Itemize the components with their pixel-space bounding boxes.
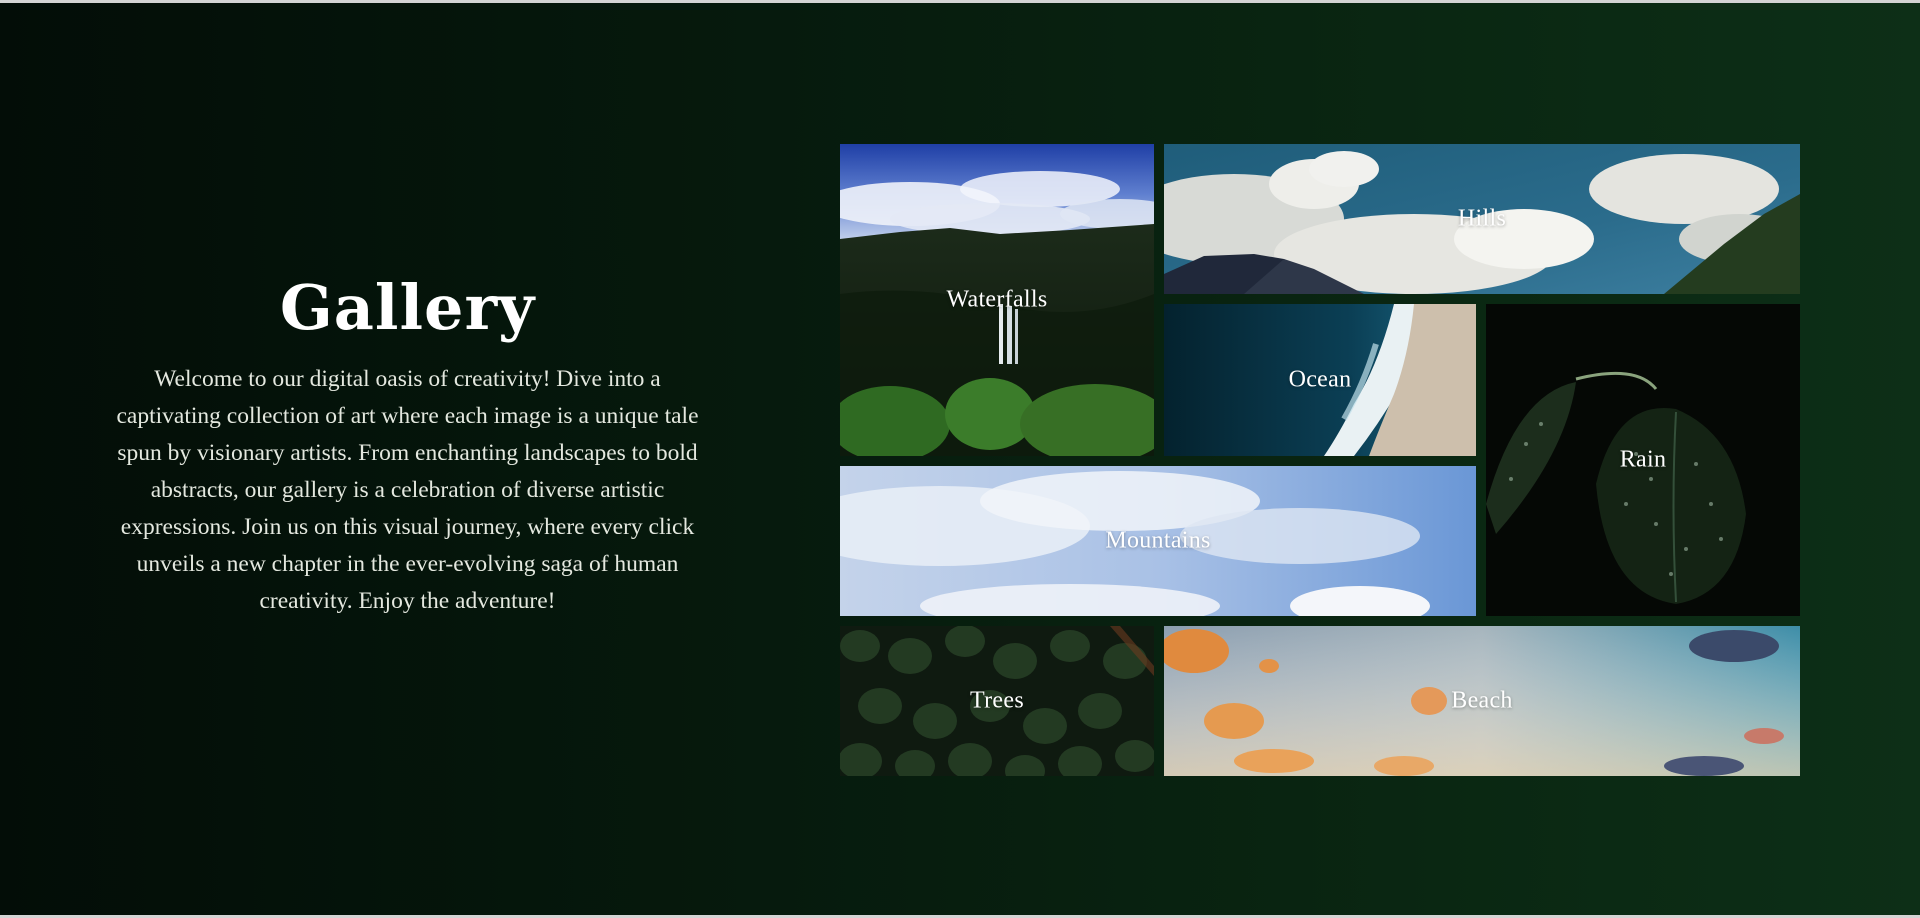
waterfalls-image [840,144,1154,456]
gallery-item-waterfalls[interactable]: Waterfalls [840,144,1154,456]
gallery-item-beach[interactable]: Beach [1164,626,1800,776]
gallery-item-hills[interactable]: Hills [1164,144,1800,294]
gallery-item-rain[interactable]: Rain [1486,304,1800,616]
gallery-grid: Waterfalls Hills Ocean Rain Mountains Tr… [0,3,1920,915]
rain-image [1486,304,1800,616]
gallery-page: Gallery Welcome to our digital oasis of … [0,3,1920,915]
beach-image [1164,626,1800,776]
trees-image [840,626,1154,776]
hills-image [1164,144,1800,294]
gallery-item-mountains[interactable]: Mountains [840,466,1476,616]
mountains-image [840,466,1476,616]
ocean-image [1164,304,1476,456]
gallery-item-trees[interactable]: Trees [840,626,1154,776]
gallery-item-ocean[interactable]: Ocean [1164,304,1476,456]
